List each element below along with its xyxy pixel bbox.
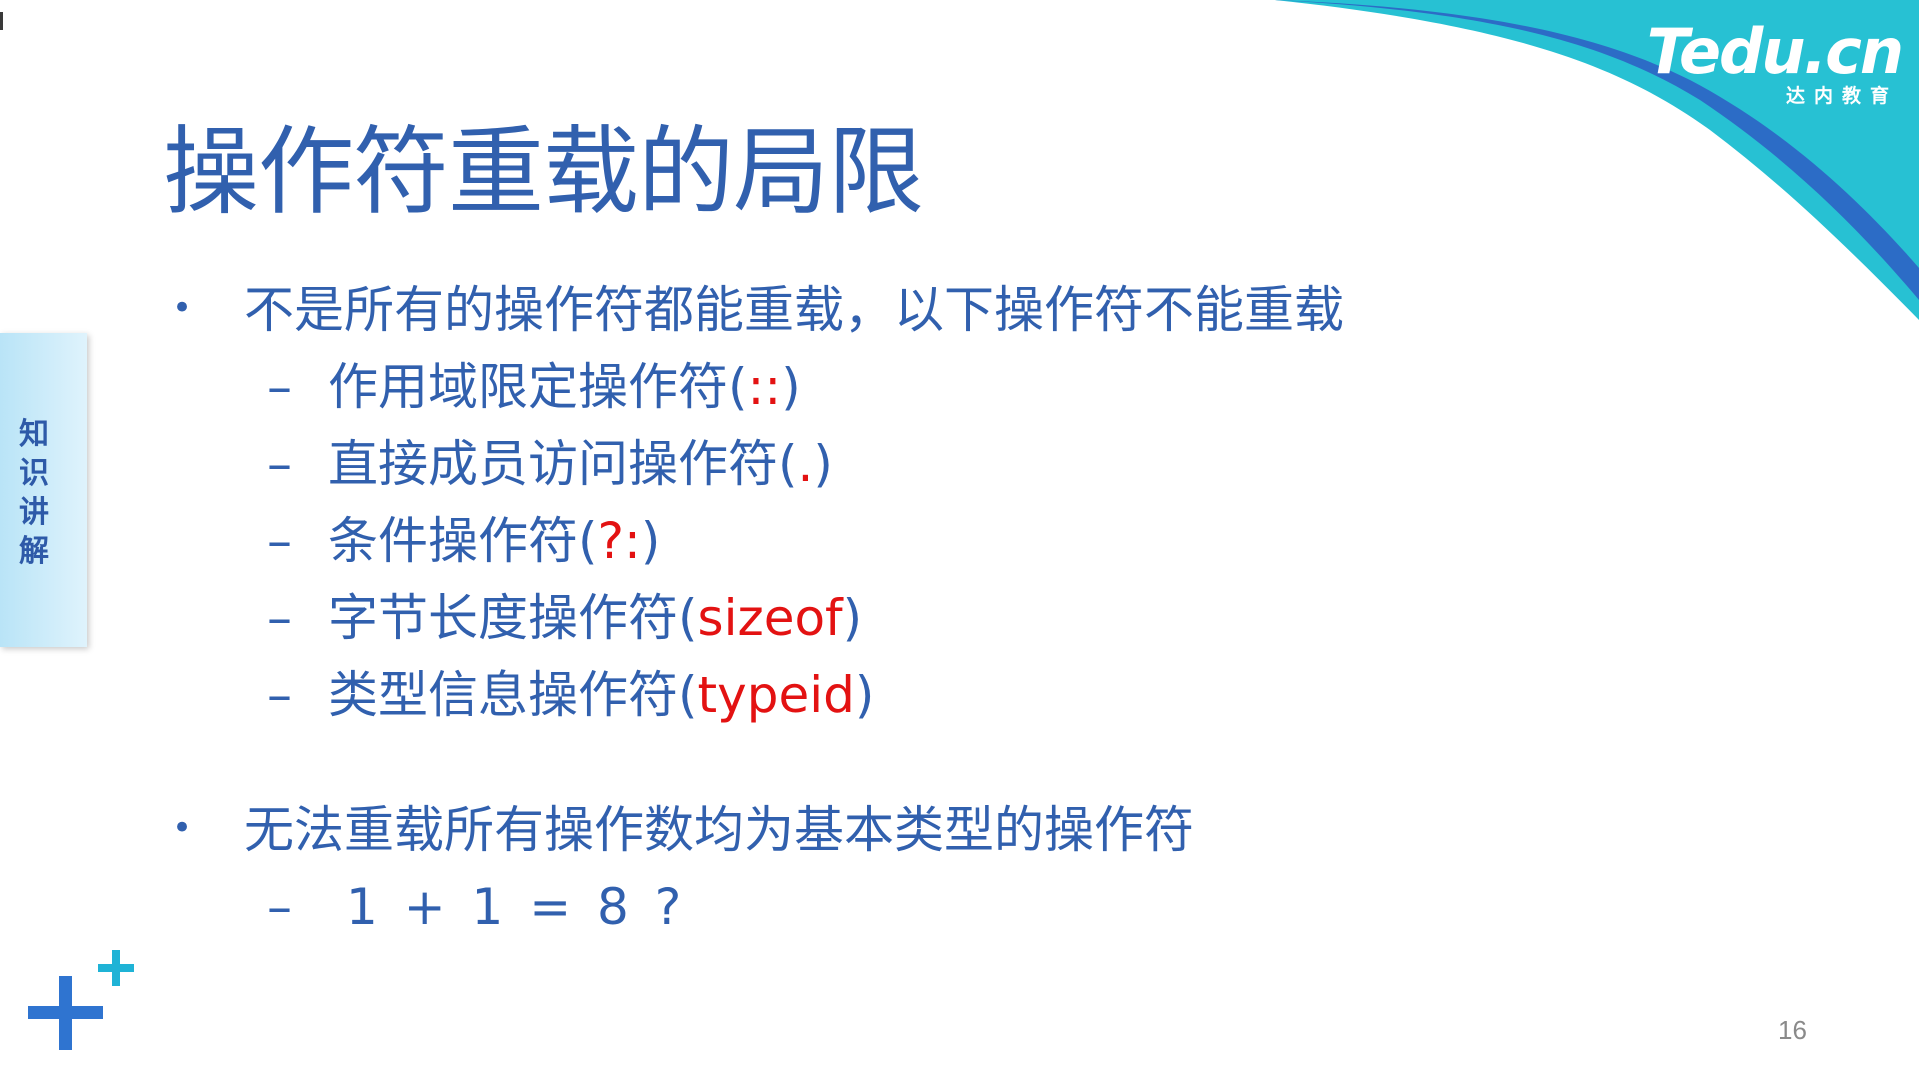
sub-item-text: 1 + 1 = 8 ? [346,878,682,936]
operator-highlight: typeid [697,666,855,724]
sub-item: – 1 + 1 = 8 ? [172,869,1672,946]
operator-highlight: . [797,435,814,493]
bullet-item: • 无法重载所有操作数均为基本类型的操作符 [172,792,1672,869]
sub-item-text: 条件操作符(?:) [328,512,661,570]
sub-item: – 直接成员访问操作符(.) [172,426,1672,503]
sub-dash: – [267,878,292,936]
operator-highlight: :: [747,358,782,416]
side-tab-label: 知识讲解 [19,417,49,569]
sub-item-text: 作用域限定操作符(::) [328,358,801,416]
logo-text: Tedu.cn [1646,15,1904,88]
sub-item-text: 类型信息操作符(typeid) [328,666,875,724]
sub-dash: – [267,435,292,493]
slide-content: • 不是所有的操作符都能重载，以下操作符不能重载 – 作用域限定操作符(::) … [172,272,1672,946]
bullet-item: • 不是所有的操作符都能重载，以下操作符不能重载 [172,272,1672,349]
sub-item: – 条件操作符(?:) [172,503,1672,580]
sub-item: – 字节长度操作符(sizeof) [172,580,1672,657]
sub-item-text: 直接成员访问操作符(.) [328,435,833,493]
bullet-text: 不是所有的操作符都能重载，以下操作符不能重载 [244,281,1344,339]
sub-dash: – [267,358,292,416]
sub-item: – 类型信息操作符(typeid) [172,657,1672,734]
bullet-text: 无法重载所有操作数均为基本类型的操作符 [244,801,1194,859]
operator-highlight: ?: [597,512,641,570]
bullet-dot: • [172,288,193,328]
side-tab: 知识讲解 [0,333,87,647]
operator-highlight: sizeof [697,589,843,647]
sub-dash: – [267,666,292,724]
bullet-dot: • [172,808,193,848]
page-number: 16 [1778,1015,1807,1045]
slide-title: 操作符重载的局限 [163,116,924,228]
sub-dash: – [267,589,292,647]
sub-dash: – [267,512,292,570]
tedu-logo: Tedu.cn 达内教育 [1640,15,1904,108]
sub-item-text: 字节长度操作符(sizeof) [328,589,863,647]
sub-item: – 作用域限定操作符(::) [172,349,1672,426]
